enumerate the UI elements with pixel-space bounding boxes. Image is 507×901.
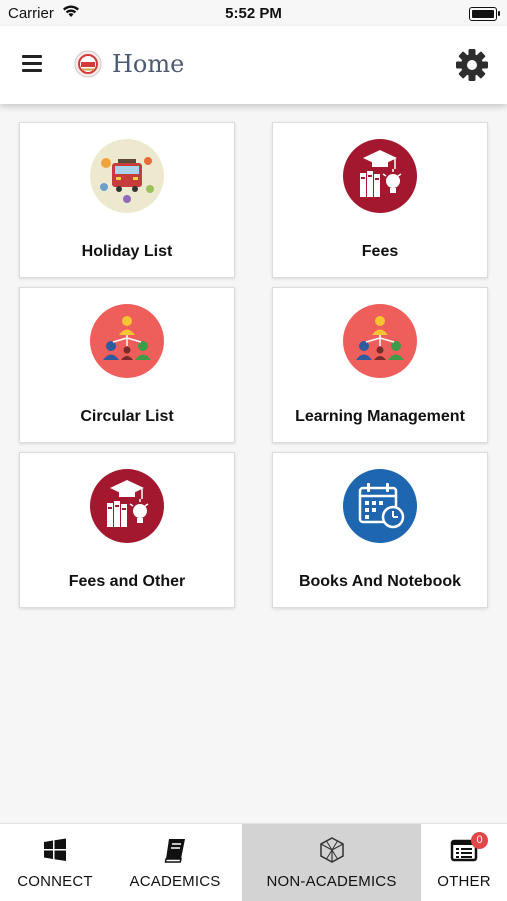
page-title: Home	[112, 50, 185, 78]
app-bar: Home	[0, 26, 507, 104]
cube-icon	[318, 836, 346, 864]
book-icon	[161, 836, 189, 864]
bottom-tab-bar: CONNECT ACADEMICS NON-ACADEMICS OTHER 0	[0, 823, 507, 901]
status-time: 5:52 PM	[225, 5, 282, 22]
card-label: Fees and Other	[68, 573, 186, 590]
card-label: Fees	[361, 243, 399, 260]
books-and-notebook-card[interactable]: Books And Notebook	[272, 452, 488, 608]
card-label: Books And Notebook	[298, 573, 462, 590]
holiday-bus-icon	[90, 139, 164, 213]
tab-other[interactable]: OTHER	[421, 824, 507, 901]
status-bar: Carrier 5:52 PM	[0, 0, 507, 26]
windows-grid-icon	[41, 836, 69, 864]
gear-icon[interactable]	[455, 48, 489, 82]
battery-icon	[469, 7, 500, 21]
people-network-icon	[343, 304, 417, 378]
school-logo	[74, 50, 102, 78]
tab-label: OTHER	[437, 873, 491, 890]
tab-connect[interactable]: CONNECT	[0, 824, 110, 901]
card-label: Holiday List	[81, 243, 173, 260]
tab-label: ACADEMICS	[129, 873, 221, 890]
fees-card[interactable]: Fees	[272, 122, 488, 278]
card-label: Circular List	[80, 408, 174, 425]
holiday-list-card[interactable]: Holiday List	[19, 122, 235, 278]
learning-management-card[interactable]: Learning Management	[272, 287, 488, 443]
people-network-icon	[90, 304, 164, 378]
tab-label: CONNECT	[17, 873, 93, 890]
calendar-clock-icon	[343, 469, 417, 543]
card-label: Learning Management	[295, 408, 465, 425]
fees-and-other-card[interactable]: Fees and Other	[19, 452, 235, 608]
tab-academics[interactable]: ACADEMICS	[120, 824, 230, 901]
notification-badge: 0	[471, 832, 488, 849]
tab-non-academics[interactable]: NON-ACADEMICS	[242, 824, 421, 901]
hamburger-menu-icon[interactable]	[22, 55, 42, 75]
circular-list-card[interactable]: Circular List	[19, 287, 235, 443]
tab-label: NON-ACADEMICS	[266, 873, 397, 890]
graduation-books-icon	[343, 139, 417, 213]
graduation-books-icon	[90, 469, 164, 543]
